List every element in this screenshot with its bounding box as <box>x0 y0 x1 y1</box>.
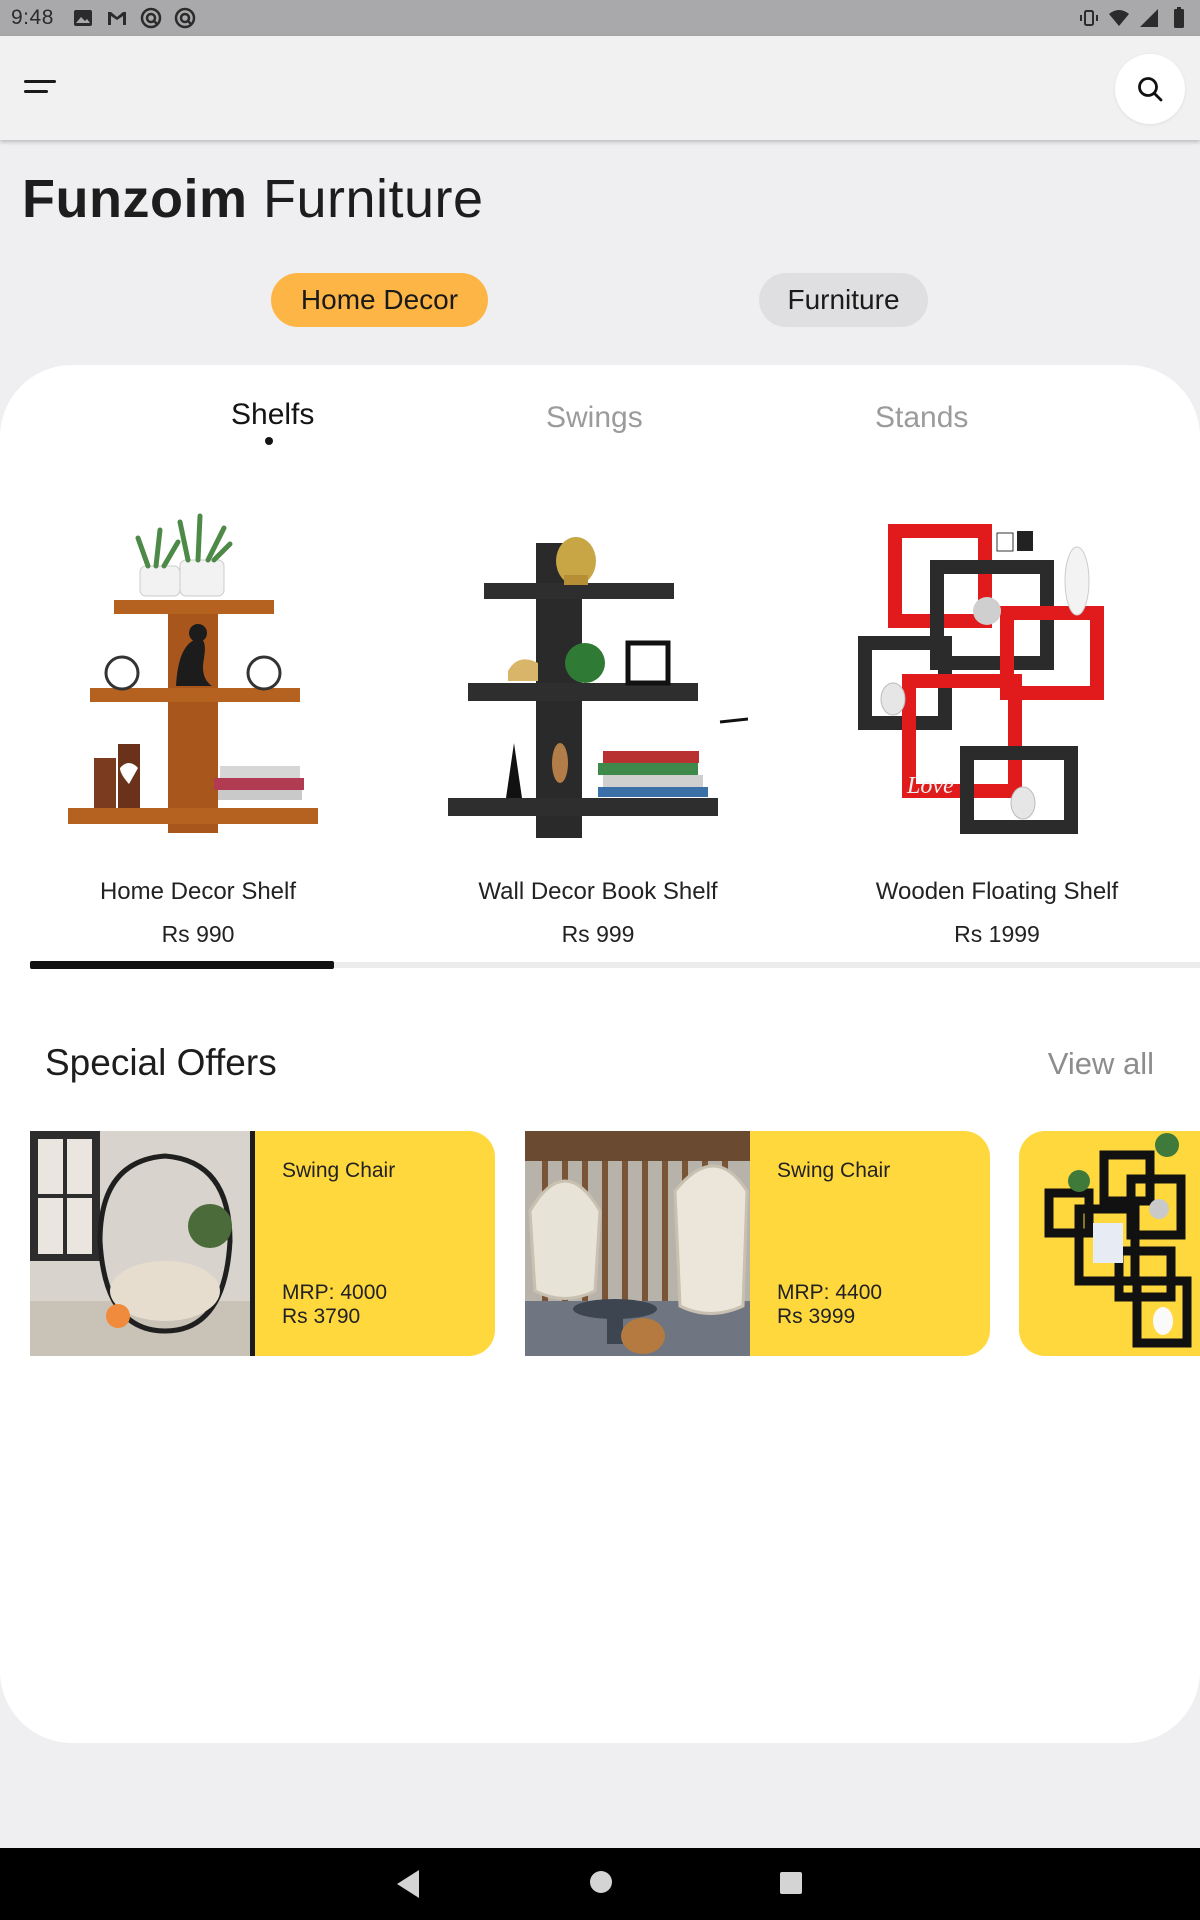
special-offers-title: Special Offers <box>45 1042 277 1083</box>
tab-shelfs[interactable]: Shelfs <box>231 398 314 432</box>
product-price: Rs 999 <box>561 921 635 947</box>
product-name: Wooden Floating Shelf <box>875 878 1119 905</box>
search-icon <box>1138 77 1163 102</box>
product-name: Home Decor Shelf <box>99 878 297 905</box>
product-image: Love <box>832 488 1162 858</box>
wifi-icon <box>1109 10 1129 26</box>
product-card[interactable]: Wall Decor Book Shelf Rs 999 <box>433 488 763 947</box>
system-icons <box>1078 7 1190 29</box>
product-card[interactable]: Love Wooden Floating Shelf Rs 1999 <box>832 488 1162 947</box>
active-tab-indicator <box>265 437 273 445</box>
back-icon[interactable] <box>393 1868 423 1900</box>
product-price: Rs 990 <box>161 921 235 947</box>
status-time: 9:48 <box>11 6 54 29</box>
menu-icon-line-top <box>24 80 56 83</box>
tab-swings[interactable]: Swings <box>546 401 643 435</box>
product-name: Wall Decor Book Shelf <box>478 878 718 905</box>
recents-icon[interactable] <box>780 1872 802 1894</box>
offer-title: Swing Chair <box>777 1159 891 1182</box>
offer-title: Swing Chair <box>282 1159 396 1182</box>
image-icon <box>74 10 92 26</box>
brand-name: Funzoim <box>22 169 248 229</box>
offer-card[interactable]: Swing Chair MRP: 4400 Rs 3999 <box>525 1131 990 1356</box>
offer-mrp: MRP: 4000 <box>282 1281 388 1304</box>
offer-card-partial[interactable] <box>1019 1131 1200 1356</box>
gmail-icon <box>108 12 126 25</box>
home-icon[interactable] <box>589 1870 613 1894</box>
vibrate-icon <box>1080 10 1098 26</box>
sync-icon <box>140 7 162 29</box>
system-nav-bar <box>0 1848 1200 1920</box>
offer-card[interactable]: Swing Chair MRP: 4000 Rs 3790 <box>30 1131 495 1356</box>
search-button[interactable] <box>1115 54 1185 124</box>
sync-icon <box>174 7 196 29</box>
category-pill-furniture[interactable]: Furniture <box>759 273 928 327</box>
product-price: Rs 1999 <box>954 921 1040 947</box>
category-pill-home-decor[interactable]: Home Decor <box>271 273 488 327</box>
offer-price: Rs 3790 <box>282 1305 361 1328</box>
notification-icons <box>72 7 196 29</box>
products-scrollbar-thumb[interactable] <box>30 961 334 969</box>
offer-image <box>30 1131 255 1356</box>
battery-icon <box>1174 7 1184 28</box>
app-bar <box>0 36 1200 140</box>
brand-suffix: Furniture <box>262 169 484 229</box>
offer-image <box>1044 1133 1192 1348</box>
view-all-link[interactable]: View all <box>1048 1046 1154 1082</box>
svg-text:Love: Love <box>906 773 954 799</box>
signal-icon <box>1140 9 1158 27</box>
brand-title: Funzoim Furniture <box>22 168 484 230</box>
offer-price: Rs 3999 <box>777 1305 856 1328</box>
offer-image <box>525 1131 750 1356</box>
status-bar: 9:48 <box>0 0 1200 36</box>
product-card[interactable]: Home Decor Shelf Rs 990 <box>33 488 363 947</box>
menu-icon-line-bottom <box>24 90 48 93</box>
product-image <box>433 488 763 858</box>
tab-stands[interactable]: Stands <box>875 401 968 435</box>
offer-mrp: MRP: 4400 <box>777 1281 883 1304</box>
menu-button[interactable] <box>20 74 64 104</box>
product-image <box>33 488 363 858</box>
